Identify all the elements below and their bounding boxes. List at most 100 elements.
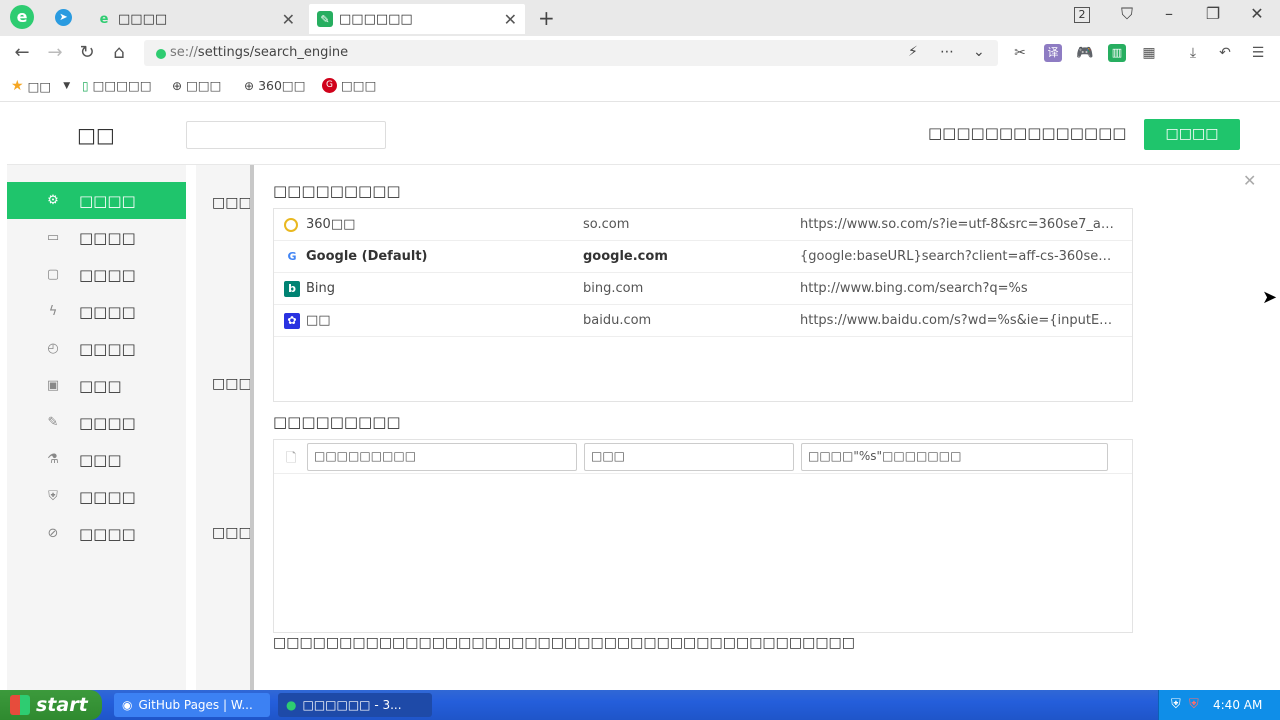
- other-engine-list: 🗋 □□□□□□□□□ □□□ □□□□"%s"□□□□□□□: [273, 439, 1133, 633]
- more-icon[interactable]: ⋯: [940, 44, 954, 60]
- bing-icon: b: [284, 281, 300, 297]
- settings-tab-icon: ✎: [317, 11, 333, 27]
- windows-flag-icon: [10, 695, 30, 715]
- baidu-icon: ✿: [284, 313, 300, 329]
- minimize-button[interactable]: –: [1154, 4, 1184, 23]
- engine-row[interactable]: ✿ □□ baidu.com https://www.baidu.com/s?w…: [274, 305, 1132, 337]
- clock: 4:40 AM: [1213, 698, 1263, 712]
- tray-icon[interactable]: ⛨: [1171, 697, 1181, 712]
- bookmarks-bar: ★ □□ ▼ ▯ □□□□□ ⊕ □□□ ⊕ 360□□ G □□□: [0, 70, 1280, 102]
- weibo-icon: G: [322, 78, 337, 93]
- settings-header: □□ □□□□□□□□□□□□□□ □□□□: [7, 103, 1280, 165]
- settings-search-input[interactable]: [186, 121, 386, 149]
- telegram-icon[interactable]: ➤: [55, 9, 72, 26]
- taskbar-item-active[interactable]: ● □□□□□□ - 3...: [278, 693, 432, 717]
- section-label: □□□: [212, 195, 252, 211]
- close-tab-icon[interactable]: ✕: [282, 10, 295, 29]
- monitor-icon: ▢: [46, 266, 60, 282]
- block-icon: ⊘: [47, 525, 59, 541]
- start-button[interactable]: start: [0, 690, 102, 720]
- engine-row[interactable]: b Bing bing.com http://www.bing.com/sear…: [274, 273, 1132, 305]
- document-icon: 🗋: [286, 451, 297, 466]
- shirt-skin-icon[interactable]: ⛉: [1112, 4, 1142, 24]
- sidebar-item-tools[interactable]: ✎ □□□□: [7, 404, 186, 441]
- tab-2[interactable]: ✎ □□□□□□ ✕: [309, 4, 525, 34]
- engine-name-input[interactable]: □□□□□□□□□: [307, 443, 577, 471]
- undo-icon[interactable]: ↶: [1216, 44, 1234, 62]
- secure-icon: [156, 49, 166, 59]
- page-title: □□: [77, 123, 115, 147]
- bookmark-item[interactable]: ▯ □□□□□: [82, 78, 152, 93]
- engine-row[interactable]: 360□□ so.com https://www.so.com/s?ie=utf…: [274, 209, 1132, 241]
- shield-icon[interactable]: ⛨: [1189, 697, 1199, 712]
- sidebar-item-lab[interactable]: ⚗ □□□: [7, 441, 186, 478]
- game-icon[interactable]: 🎮: [1076, 44, 1094, 62]
- sidebar-item-security[interactable]: ⛨ □□□□: [7, 478, 186, 515]
- wrench-icon: ✎: [47, 414, 59, 430]
- bookmark-item[interactable]: ⊕ 360□□: [244, 78, 306, 93]
- apps-icon[interactable]: ▦: [1140, 44, 1158, 62]
- download-icon[interactable]: ⤓: [1184, 44, 1202, 62]
- globe-icon: ⊕: [244, 78, 255, 93]
- tab-count-badge[interactable]: 2: [1074, 7, 1090, 23]
- engine-url-input[interactable]: □□□□"%s"□□□□□□□: [801, 443, 1108, 471]
- section-label: □□□: [212, 376, 252, 392]
- taskbar-item[interactable]: ◉ GitHub Pages | W...: [114, 693, 270, 717]
- sidebar-item-basic[interactable]: ⚙ □□□□: [7, 182, 186, 219]
- url-text: se://settings/search_engine: [170, 45, 349, 60]
- shield-icon: ⛨: [48, 488, 58, 504]
- lightning-icon[interactable]: ⚡: [908, 44, 918, 60]
- other-engines-title: □□□□□□□□□: [273, 413, 401, 431]
- default-engines-title: □□□□□□□□□: [273, 182, 401, 200]
- url-input[interactable]: se://settings/search_engine ⚡ ⋯ ⌄: [144, 40, 998, 66]
- browser-icon: ●: [286, 698, 297, 712]
- google-icon: G: [287, 250, 297, 263]
- engine-keyword-input[interactable]: □□□: [584, 443, 794, 471]
- mouse-cursor-icon: ➤: [1262, 287, 1278, 308]
- settings-content-behind: □□□ □□□ □□□: [196, 165, 253, 690]
- dialog-footnote: □□□□□□□□□□□□□□□□□□□□□□□□□□□□□□□□□□□□□□□□…: [273, 635, 856, 651]
- menu-icon[interactable]: ☰: [1249, 44, 1267, 62]
- scissors-icon[interactable]: ✂: [1011, 44, 1029, 62]
- lightning-icon: ϟ: [48, 303, 58, 319]
- header-action-button[interactable]: □□□□: [1144, 119, 1240, 150]
- chevron-down-icon[interactable]: ▼: [63, 81, 70, 91]
- mouse-icon: ◴: [47, 340, 59, 356]
- image-icon: ▣: [46, 377, 60, 393]
- sidebar-item-interface[interactable]: ▢ □□□□: [7, 256, 186, 293]
- translate-icon[interactable]: 译: [1044, 44, 1062, 62]
- reload-button[interactable]: ↻: [75, 42, 99, 64]
- close-window-button[interactable]: ✕: [1242, 4, 1272, 23]
- bookmark-item[interactable]: G □□□: [322, 78, 376, 93]
- 360-search-icon: [284, 218, 298, 232]
- sidebar-item-image[interactable]: ▣ □□□: [7, 367, 186, 404]
- taskbar: start ◉ GitHub Pages | W... ● □□□□□□ - 3…: [0, 690, 1280, 720]
- sidebar-item-tabs[interactable]: ▭ □□□□: [7, 219, 186, 256]
- close-tab-icon[interactable]: ✕: [504, 10, 517, 29]
- home-button[interactable]: ⌂: [107, 42, 131, 64]
- chevron-down-icon[interactable]: ⌄: [973, 44, 985, 60]
- restore-button[interactable]: ❐: [1198, 4, 1228, 23]
- gear-icon: ⚙: [47, 192, 59, 208]
- sidebar-item-block[interactable]: ⊘ □□□□: [7, 515, 186, 552]
- settings-page: □□ □□□□□□□□□□□□□□ □□□□ ⚙ □□□□ ▭ □□□□ ▢ □□□□…: [0, 103, 1280, 690]
- engine-row[interactable]: G Google (Default) google.com {google:ba…: [274, 241, 1132, 273]
- tab-2-label: □□□□□□: [339, 11, 413, 27]
- settings-sidebar: ⚙ □□□□ ▭ □□□□ ▢ □□□□ ϟ □□□□ ◴ □□□□ ▣ □□□ ✎ □□□□…: [7, 165, 186, 690]
- sidebar-item-speed[interactable]: ϟ □□□□: [7, 293, 186, 330]
- new-tab-button[interactable]: +: [538, 6, 555, 30]
- system-tray: ⛨ ⛨ 4:40 AM: [1158, 690, 1280, 720]
- window-icon: ▭: [46, 229, 60, 245]
- bookmark-item[interactable]: ⊕ □□□: [172, 78, 222, 93]
- header-note: □□□□□□□□□□□□□□: [928, 124, 1127, 142]
- tab-bar: e ➤ e □□□□ ✕ ✎ □□□□□□ ✕ + 2 ⛉ – ❐ ✕: [0, 0, 1280, 36]
- forward-button[interactable]: →: [43, 42, 67, 64]
- back-button[interactable]: ←: [10, 42, 34, 64]
- bookmark-favorites[interactable]: ★ □□ ▼: [11, 78, 70, 94]
- book-icon[interactable]: ▥: [1108, 44, 1126, 62]
- sidebar-item-mouse[interactable]: ◴ □□□□: [7, 330, 186, 367]
- flask-icon: ⚗: [47, 451, 59, 467]
- browser-logo-icon[interactable]: e: [10, 5, 34, 29]
- tab-1[interactable]: e □□□□ ✕: [88, 4, 303, 34]
- close-dialog-icon[interactable]: ✕: [1243, 171, 1256, 190]
